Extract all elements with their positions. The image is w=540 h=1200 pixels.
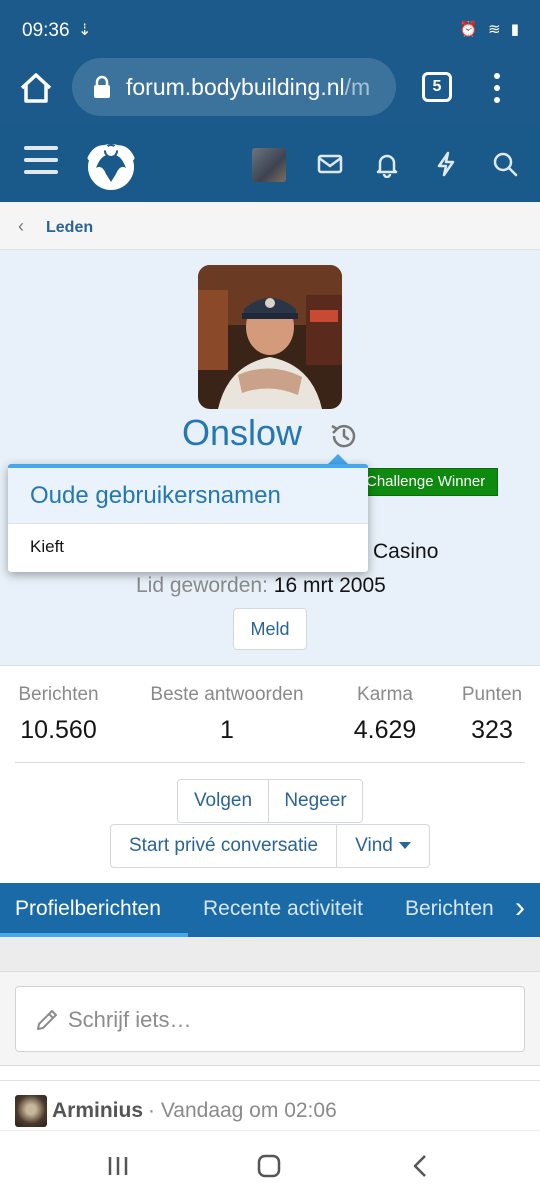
search-icon[interactable]	[491, 150, 519, 178]
divider	[15, 762, 525, 763]
back-icon[interactable]	[406, 1151, 436, 1181]
home-icon[interactable]	[18, 70, 54, 106]
pencil-icon	[37, 1010, 57, 1030]
stat-karma[interactable]: Karma 4.629	[348, 684, 422, 745]
spacer	[0, 937, 540, 971]
find-label: Vind	[355, 835, 393, 856]
profile-card: Onslow Challenge Winner Casino Lid gewor…	[0, 250, 540, 666]
system-icons: ⏰ ≋ ▮	[459, 21, 522, 38]
tab-switcher-button[interactable]: 5	[422, 72, 452, 102]
history-icon[interactable]	[328, 420, 360, 452]
start-conversation-button[interactable]: Start privé conversatie	[110, 824, 337, 868]
breadcrumb[interactable]: ‹ Leden	[0, 202, 540, 250]
chevron-right-icon[interactable]: ›	[500, 883, 540, 937]
notification-icon: ⇣	[78, 22, 92, 39]
bell-icon[interactable]	[373, 150, 401, 178]
lock-icon	[94, 75, 110, 98]
status-time: 09:36	[22, 20, 70, 41]
system-nav-bar	[0, 1130, 540, 1200]
find-button[interactable]: Vind	[336, 824, 430, 868]
old-username-item: Kieft	[30, 537, 65, 556]
profile-tabs: Profielberichten Recente activiteit Beri…	[0, 883, 540, 937]
profile-username: Onslow	[182, 412, 303, 453]
profile-avatar[interactable]	[198, 265, 342, 409]
stat-best-answers[interactable]: Beste antwoorden 1	[145, 684, 309, 745]
site-header	[0, 126, 540, 202]
joined-date: Lid geworden: 16 mrt 2005	[136, 574, 386, 598]
follow-button[interactable]: Volgen	[177, 779, 269, 823]
caret-down-icon	[398, 842, 411, 850]
post-time: · Vandaag om 02:06	[148, 1099, 337, 1122]
tab-recent-activity[interactable]: Recente activiteit	[203, 883, 363, 937]
address-bar[interactable]: forum.bodybuilding.nl/m	[72, 58, 396, 116]
profile-post: Arminius · Vandaag om 02:06	[0, 1080, 540, 1130]
report-button[interactable]: Meld	[233, 608, 307, 650]
joined-value: 16 mrt 2005	[273, 574, 386, 597]
url-text: forum.bodybuilding.nl/m	[126, 74, 371, 100]
ignore-button[interactable]: Negeer	[268, 779, 363, 823]
popup-title: Oude gebruikersnamen	[8, 468, 368, 524]
old-usernames-popup: Oude gebruikersnamen Kieft	[8, 464, 368, 572]
user-avatar[interactable]	[252, 148, 286, 182]
post-author[interactable]: Arminius	[52, 1099, 143, 1123]
browser-toolbar: forum.bodybuilding.nl/m 5	[0, 58, 540, 126]
lightning-icon[interactable]	[432, 150, 460, 178]
recent-apps-icon[interactable]	[103, 1151, 133, 1181]
profile-location[interactable]: Casino	[373, 540, 438, 564]
chevron-left-icon: ‹	[18, 216, 24, 236]
mail-icon[interactable]	[316, 150, 344, 178]
stat-points[interactable]: Punten 323	[458, 684, 526, 745]
composer-placeholder: Schrijf iets…	[68, 1007, 192, 1032]
browser-menu-icon[interactable]	[490, 70, 504, 106]
status-bar: 09:36 ⇣ ⏰ ≋ ▮	[0, 0, 540, 58]
profile-stats: Berichten 10.560 Beste antwoorden 1 Karm…	[0, 684, 540, 744]
award-badge[interactable]: Challenge Winner	[358, 468, 498, 496]
breadcrumb-label[interactable]: Leden	[46, 219, 93, 237]
tab-profile-posts[interactable]: Profielberichten	[15, 883, 161, 937]
profile-post-input[interactable]: Schrijf iets…	[15, 986, 525, 1052]
tab-posts[interactable]: Berichten	[405, 883, 494, 937]
joined-label: Lid geworden:	[136, 574, 268, 597]
hamburger-menu-icon[interactable]	[24, 146, 58, 176]
site-logo[interactable]	[84, 138, 138, 192]
stat-messages[interactable]: Berichten 10.560	[15, 684, 102, 745]
post-author-avatar[interactable]	[15, 1095, 47, 1127]
home-nav-icon[interactable]	[254, 1151, 284, 1181]
